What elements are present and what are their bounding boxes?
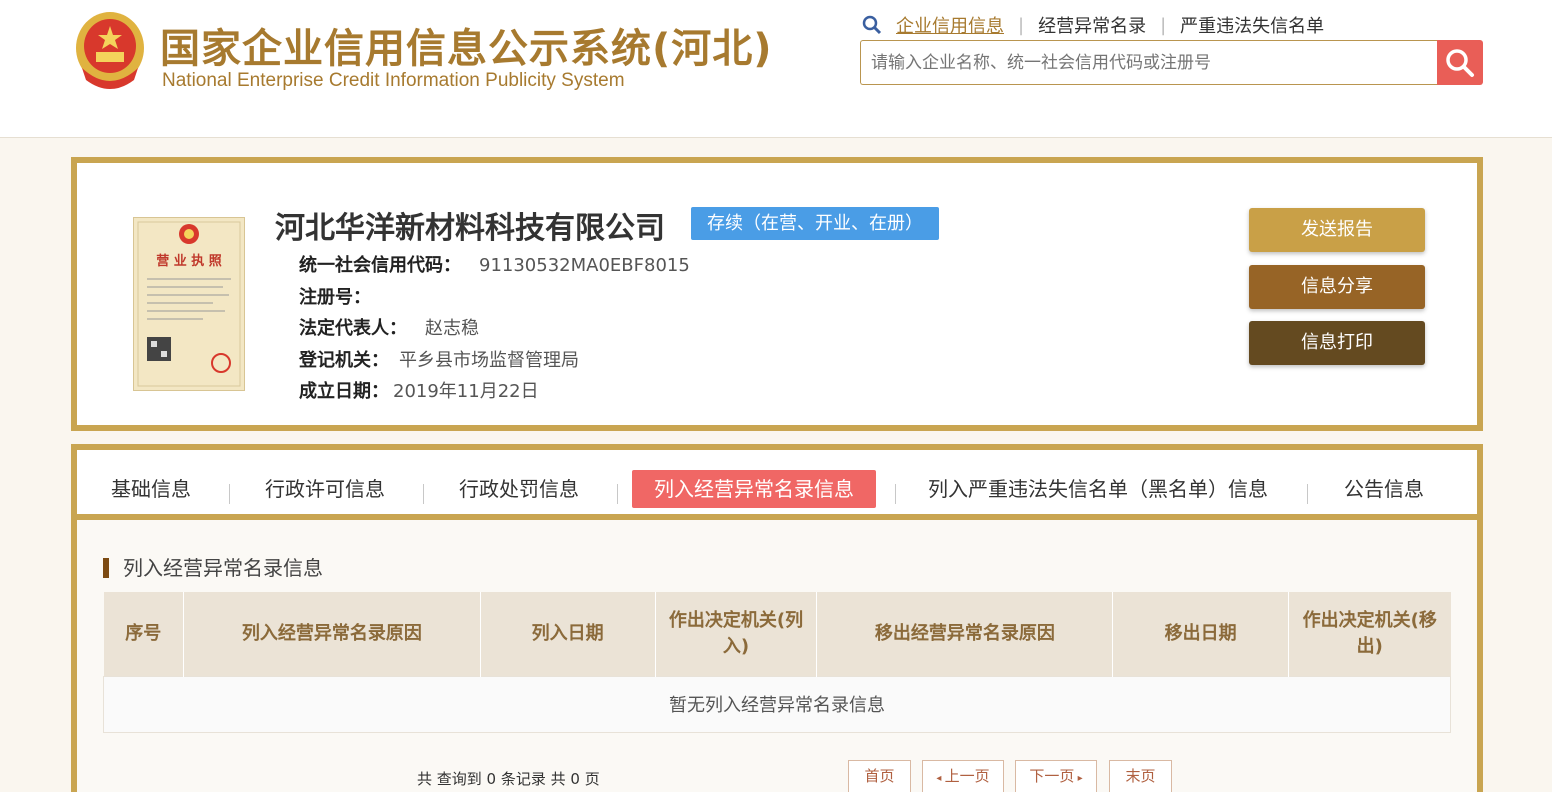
chevron-left-icon: ◂ xyxy=(936,773,945,784)
search-button[interactable] xyxy=(1437,40,1483,85)
col-header: 移出日期 xyxy=(1112,592,1290,676)
col-header: 移出经营异常名录原因 xyxy=(816,592,1114,676)
nav-link-credit-info[interactable]: 企业信用信息 xyxy=(896,12,1004,38)
col-header: 列入日期 xyxy=(480,592,656,676)
site-header: 国家企业信用信息公示系统(河北) National Enterprise Cre… xyxy=(0,0,1552,138)
tab-admin-license[interactable]: 行政许可信息 xyxy=(265,470,385,508)
business-license-thumbnail[interactable]: 营 业 执 照 xyxy=(133,217,245,391)
prev-page-button[interactable]: ◂ 上一页 xyxy=(922,760,1004,792)
print-info-button[interactable]: 信息打印 xyxy=(1249,321,1425,365)
send-report-button[interactable]: 发送报告 xyxy=(1249,208,1425,252)
empty-message: 暂无列入经营异常名录信息 xyxy=(103,675,1451,733)
tab-announcements[interactable]: 公告信息 xyxy=(1344,470,1424,508)
tab-blacklist[interactable]: 列入严重违法失信名单（黑名单）信息 xyxy=(928,470,1268,508)
share-info-button[interactable]: 信息分享 xyxy=(1249,265,1425,309)
tab-bar: 基础信息 行政许可信息 行政处罚信息 列入经营异常名录信息 列入严重违法失信名单… xyxy=(77,450,1477,520)
company-card: 营 业 执 照 河北华洋新材料科技有限公司 存续（在营、开业、在册） 统一社会信… xyxy=(71,157,1483,431)
col-header: 序号 xyxy=(103,592,184,676)
info-reg-authority: 登记机关： 平乡县市场监督管理局 xyxy=(299,350,579,371)
info-credit-code: 统一社会信用代码： 91130532MA0EBF8015 xyxy=(299,255,690,276)
top-nav: 企业信用信息 | 经营异常名录 | 严重违法失信名单 xyxy=(862,12,1324,38)
col-header: 列入经营异常名录原因 xyxy=(183,592,481,676)
last-page-button[interactable]: 末页 xyxy=(1109,760,1172,792)
info-found-date: 成立日期： 2019年11月22日 xyxy=(299,381,539,402)
site-subtitle: National Enterprise Credit Information P… xyxy=(162,70,625,91)
chevron-right-icon: ▸ xyxy=(1074,773,1083,784)
search-icon xyxy=(862,15,882,35)
tab-abnormal-list[interactable]: 列入经营异常名录信息 xyxy=(632,470,876,508)
tab-admin-penalty[interactable]: 行政处罚信息 xyxy=(459,470,579,508)
info-reg-number: 注册号： xyxy=(299,287,371,308)
search-input[interactable] xyxy=(860,40,1438,85)
col-header: 作出决定机关(移出) xyxy=(1288,592,1451,676)
license-title: 营 业 执 照 xyxy=(156,253,222,269)
first-page-button[interactable]: 首页 xyxy=(848,760,911,792)
info-panel: 基础信息 行政许可信息 行政处罚信息 列入经营异常名录信息 列入严重违法失信名单… xyxy=(71,444,1483,792)
section-title: 列入经营异常名录信息 xyxy=(103,558,323,578)
next-page-button[interactable]: 下一页 ▸ xyxy=(1015,760,1097,792)
record-summary: 共 查询到 0 条记录 共 0 页 xyxy=(417,770,600,788)
col-header: 作出决定机关(列入) xyxy=(655,592,818,676)
company-name: 河北华洋新材料科技有限公司 xyxy=(275,211,665,246)
abnormal-list-table: 序号 列入经营异常名录原因 列入日期 作出决定机关(列入) 移出经营异常名录原因… xyxy=(103,592,1451,733)
national-emblem-icon xyxy=(76,12,144,89)
magnifier-icon xyxy=(1446,48,1474,77)
nav-link-blacklist[interactable]: 严重违法失信名单 xyxy=(1180,12,1324,38)
site-title: 国家企业信用信息公示系统(河北) xyxy=(160,26,773,72)
tab-basic-info[interactable]: 基础信息 xyxy=(111,470,191,508)
nav-link-abnormal-list[interactable]: 经营异常名录 xyxy=(1038,12,1146,38)
status-badge: 存续（在营、开业、在册） xyxy=(691,207,939,240)
info-legal-rep: 法定代表人： 赵志稳 xyxy=(299,318,479,339)
